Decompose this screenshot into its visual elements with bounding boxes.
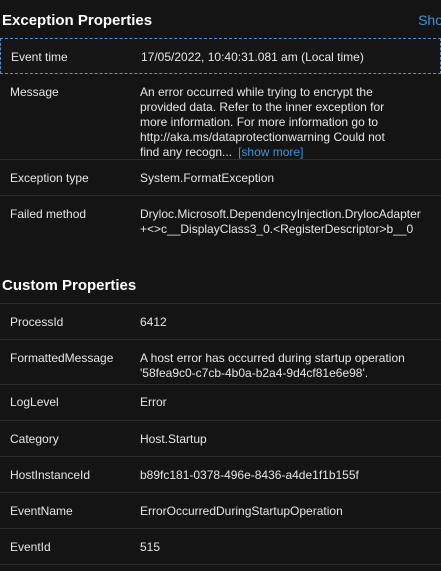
property-key: Event time <box>11 50 68 64</box>
property-row-formatted-message[interactable]: FormattedMessage A host error has occurr… <box>0 340 441 385</box>
property-key: Category <box>10 432 59 446</box>
property-value: A host error has occurred during startup… <box>140 351 405 380</box>
property-row-process-id[interactable]: ProcessId 6412 <box>0 304 441 340</box>
custom-properties-title: Custom Properties <box>2 277 137 294</box>
property-value: 515 <box>140 540 161 554</box>
property-row-host-instance-id[interactable]: HostInstanceId b89fc181-0378-496e-8436-a… <box>0 457 441 493</box>
exception-properties-header: Exception Properties Sho <box>0 0 441 38</box>
exception-properties-table: Event time 17/05/2022, 10:40:31.081 am (… <box>0 38 441 253</box>
property-key: HostInstanceId <box>10 468 91 482</box>
property-value: 6412 <box>140 315 167 329</box>
property-key: Failed method <box>10 207 87 221</box>
property-row-log-level[interactable]: LogLevel Error <box>0 385 441 421</box>
property-value: b89fc181-0378-496e-8436-a4de1f1b155f <box>140 468 359 482</box>
property-key: EventName <box>10 504 73 518</box>
property-row-exception-type[interactable]: Exception type System.FormatException <box>0 160 441 196</box>
property-value: Dryloc.Microsoft.DependencyInjection.Dry… <box>140 207 421 236</box>
property-key: LogLevel <box>10 395 59 409</box>
property-value: An error occurred while trying to encryp… <box>140 85 441 159</box>
property-row-event-name[interactable]: EventName ErrorOccurredDuringStartupOper… <box>0 493 441 529</box>
property-key: ProcessId <box>10 315 64 329</box>
custom-properties-table: ProcessId 6412 FormattedMessage A host e… <box>0 303 441 565</box>
property-row-event-time[interactable]: Event time 17/05/2022, 10:40:31.081 am (… <box>0 38 441 74</box>
property-row-category[interactable]: Category Host.Startup <box>0 421 441 457</box>
exception-properties-title: Exception Properties <box>2 12 153 29</box>
property-key: FormattedMessage <box>10 351 114 365</box>
property-key: Exception type <box>10 171 89 185</box>
custom-properties-header: Custom Properties <box>0 265 441 303</box>
property-value: System.FormatException <box>140 171 275 185</box>
property-key: Message <box>10 85 59 99</box>
show-all-link[interactable]: Sho <box>418 12 441 28</box>
property-value: Error <box>140 395 167 409</box>
show-more-link[interactable]: [show more] <box>238 145 303 159</box>
property-row-event-id[interactable]: EventId 515 <box>0 529 441 565</box>
property-value: Host.Startup <box>140 432 207 446</box>
property-key: EventId <box>10 540 51 554</box>
property-value: ErrorOccurredDuringStartupOperation <box>140 504 343 518</box>
property-row-failed-method[interactable]: Failed method Dryloc.Microsoft.Dependenc… <box>0 196 441 253</box>
property-value: 17/05/2022, 10:40:31.081 am (Local time) <box>141 50 364 64</box>
property-row-message[interactable]: Message An error occurred while trying t… <box>0 74 441 160</box>
